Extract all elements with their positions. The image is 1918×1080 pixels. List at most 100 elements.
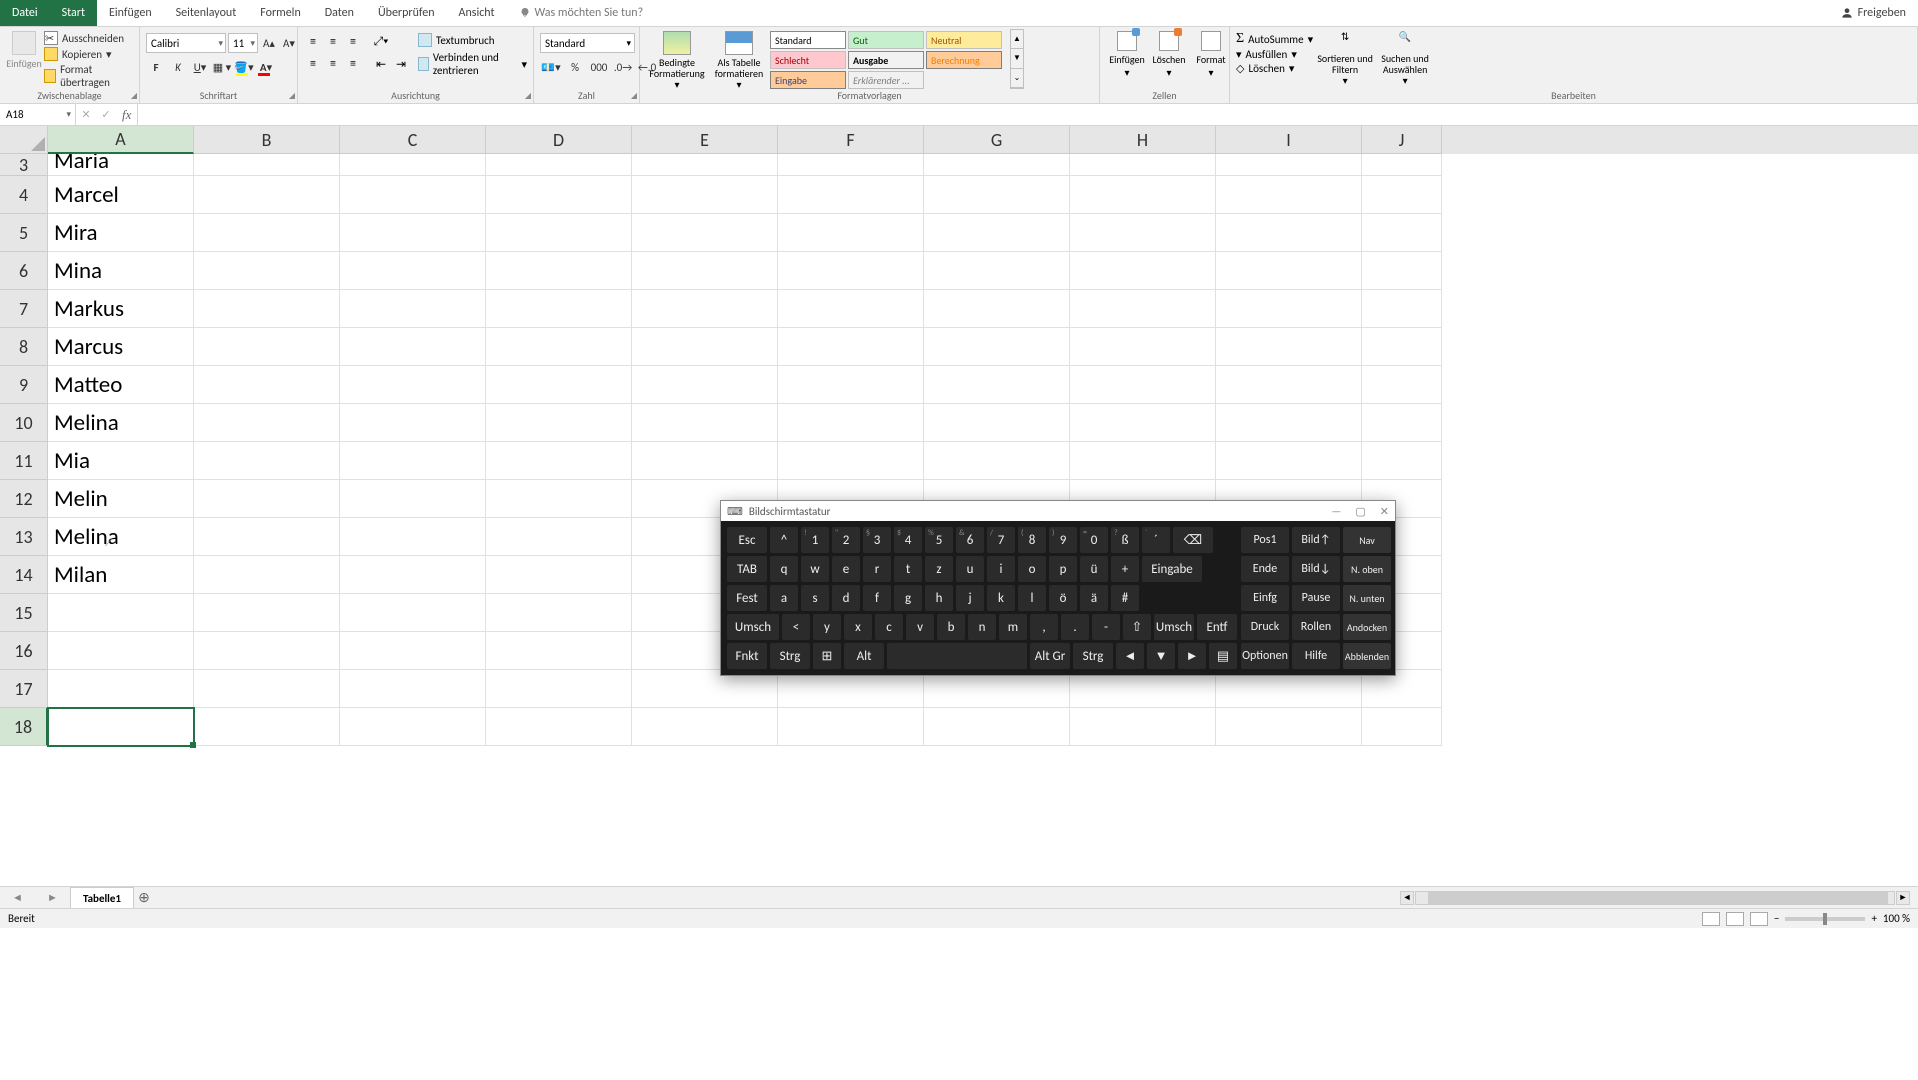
cell[interactable] — [194, 252, 340, 290]
cell[interactable] — [194, 594, 340, 632]
key-u[interactable]: u — [956, 556, 984, 582]
style-schlecht[interactable]: Schlecht — [770, 51, 846, 69]
accept-formula-button[interactable]: ✓ — [96, 108, 116, 121]
cell[interactable] — [194, 328, 340, 366]
thousands-button[interactable]: 000 — [588, 57, 610, 77]
cell[interactable] — [778, 366, 924, 404]
align-left-button[interactable]: ≡ — [304, 55, 322, 73]
accounting-button[interactable]: 💶▾ — [540, 57, 562, 77]
cell[interactable] — [194, 176, 340, 214]
orientation-button[interactable]: ⤢▾ — [372, 33, 390, 51]
key-t[interactable]: t — [894, 556, 922, 582]
fill-button[interactable]: ▾Ausfüllen ▾ — [1236, 48, 1313, 61]
cell[interactable] — [1070, 404, 1216, 442]
cell[interactable] — [486, 556, 632, 594]
format-painter-button[interactable]: Format übertragen — [44, 63, 131, 89]
col-header-I[interactable]: I — [1216, 126, 1362, 154]
cell[interactable] — [340, 518, 486, 556]
cell[interactable] — [1216, 708, 1362, 746]
cell[interactable] — [194, 366, 340, 404]
row-header-18[interactable]: 18 — [0, 708, 48, 746]
key-Nunten[interactable]: N. unten — [1343, 585, 1391, 611]
cell[interactable]: Mina — [48, 252, 194, 290]
cell[interactable] — [340, 290, 486, 328]
cell[interactable] — [632, 328, 778, 366]
tab-seitenlayout[interactable]: Seitenlayout — [164, 0, 249, 26]
col-header-H[interactable]: H — [1070, 126, 1216, 154]
cell[interactable] — [486, 442, 632, 480]
insert-cells-button[interactable]: Einfügen▾ — [1106, 31, 1148, 79]
view-layout-button[interactable] — [1726, 912, 1744, 926]
key-Optionen[interactable]: Optionen — [1241, 643, 1289, 669]
cell[interactable] — [1362, 252, 1442, 290]
key-Rollen[interactable]: Rollen — [1292, 614, 1340, 640]
key-z[interactable]: z — [925, 556, 953, 582]
align-top-button[interactable]: ≡ — [304, 33, 322, 51]
cell[interactable] — [486, 366, 632, 404]
cell[interactable] — [1216, 252, 1362, 290]
row-header-13[interactable]: 13 — [0, 518, 48, 556]
col-header-J[interactable]: J — [1362, 126, 1442, 154]
key-o[interactable]: o — [1018, 556, 1046, 582]
cell[interactable] — [778, 154, 924, 176]
cell[interactable] — [486, 670, 632, 708]
cell[interactable] — [632, 708, 778, 746]
key-⌫[interactable]: ⌫ — [1173, 527, 1213, 553]
cell[interactable] — [340, 328, 486, 366]
key-Pos1[interactable]: Pos1 — [1241, 527, 1289, 553]
format-cells-button[interactable]: Format▾ — [1190, 31, 1232, 79]
cell[interactable] — [1216, 366, 1362, 404]
key-h[interactable]: h — [925, 585, 953, 611]
cell[interactable] — [1070, 708, 1216, 746]
key-Bild[interactable]: Bild↓ — [1292, 556, 1340, 582]
fill-color-button[interactable]: 🪣▾ — [234, 57, 254, 77]
key-d[interactable]: d — [832, 585, 860, 611]
increase-decimal-button[interactable]: .0→ — [612, 57, 634, 77]
key-g[interactable]: g — [894, 585, 922, 611]
cell[interactable] — [194, 708, 340, 746]
key-Einfg[interactable]: Einfg — [1241, 585, 1289, 611]
key-a[interactable]: a — [770, 585, 798, 611]
cell[interactable] — [924, 328, 1070, 366]
cell[interactable] — [48, 632, 194, 670]
select-all-corner[interactable] — [0, 126, 48, 154]
key-y[interactable]: y — [813, 614, 841, 640]
key--[interactable]: - — [1092, 614, 1120, 640]
tell-me-search[interactable]: Was möchten Sie tun? — [507, 0, 656, 26]
row-header-4[interactable]: 4 — [0, 176, 48, 214]
key-´[interactable]: ´` — [1142, 527, 1170, 553]
cell[interactable] — [1216, 442, 1362, 480]
osk-maximize-button[interactable]: ▢ — [1355, 505, 1365, 518]
zoom-out-button[interactable]: − — [1774, 912, 1779, 925]
key-c[interactable]: c — [875, 614, 903, 640]
cell[interactable] — [48, 594, 194, 632]
cell[interactable] — [924, 442, 1070, 480]
cell[interactable] — [778, 404, 924, 442]
cell[interactable] — [194, 154, 340, 176]
key-Druck[interactable]: Druck — [1241, 614, 1289, 640]
paste-button[interactable]: Einfügen — [6, 29, 42, 72]
cell[interactable] — [486, 252, 632, 290]
cut-button[interactable]: ✂Ausschneiden — [44, 31, 131, 45]
cell[interactable] — [1362, 328, 1442, 366]
sheet-nav[interactable]: ◄► — [0, 891, 70, 904]
cell[interactable] — [486, 290, 632, 328]
hscroll-left[interactable]: ◄ — [1400, 891, 1414, 905]
percent-button[interactable]: % — [564, 57, 586, 77]
key-⇧[interactable]: ⇧ — [1123, 614, 1151, 640]
key-Fnkt[interactable]: Fnkt — [727, 643, 767, 669]
style-neutral[interactable]: Neutral — [926, 31, 1002, 49]
key-2[interactable]: 2" — [832, 527, 860, 553]
style-eingabe[interactable]: Eingabe — [770, 71, 846, 89]
cell[interactable] — [194, 556, 340, 594]
cell[interactable]: Markus — [48, 290, 194, 328]
key-◄[interactable]: ◄ — [1116, 643, 1144, 669]
row-header-17[interactable]: 17 — [0, 670, 48, 708]
cell[interactable] — [778, 176, 924, 214]
cell[interactable] — [1070, 290, 1216, 328]
key-x[interactable]: x — [844, 614, 872, 640]
key-#[interactable]: # — [1111, 585, 1139, 611]
key-<[interactable]: < — [782, 614, 810, 640]
cell[interactable] — [924, 366, 1070, 404]
style-erklaerender[interactable]: Erklärender ... — [848, 71, 924, 89]
